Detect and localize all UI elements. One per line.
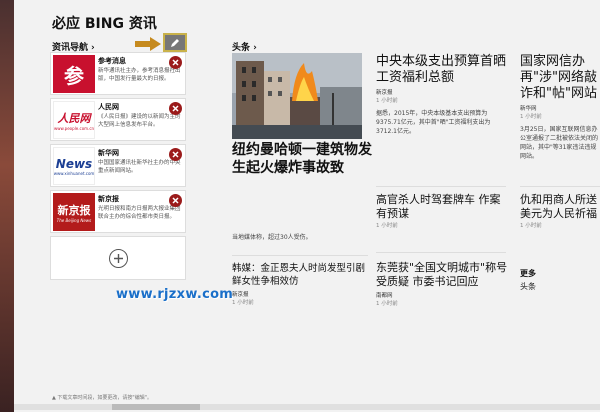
horizontal-scrollbar[interactable] (14, 404, 600, 410)
cankao-logo: 参 (53, 55, 95, 93)
article-card[interactable]: 中央本级支出预算首晒工资福利总额 新京报 1 小时前 据悉，2015年，中央本级… (376, 54, 506, 136)
xinhua-logo: News www.xinhuanet.com (53, 147, 95, 185)
divider (376, 186, 506, 187)
source-desc: 新华通讯社主办，参考消息报社出版，中国发行量最大的日报。 (98, 68, 181, 82)
source-card-cankao[interactable]: 参 参考消息 新华通讯社主办，参考消息报社出版，中国发行量最大的日报。 (50, 52, 186, 95)
source-name: 人民网 (98, 103, 119, 111)
remove-source-button[interactable] (169, 102, 182, 115)
headlines-section-header[interactable]: 头条 › (232, 40, 257, 53)
more-item-link[interactable]: 头条 (520, 281, 536, 292)
source-name: 参考消息 (98, 57, 126, 65)
article-summary: 3月25日，国家互联网信息办公室通报了二批被依法关闭的网站，其中"等31家违法违… (520, 126, 599, 160)
remove-source-button[interactable] (169, 148, 182, 161)
source-desc: 光明日报和南方日报两大报业集团联合主办的综合性都市类日报。 (98, 206, 181, 220)
article-title: 中央本级支出预算首晒工资福利总额 (376, 54, 507, 85)
chevron-right-icon: › (253, 43, 257, 53)
article-time: 1 小时前 (376, 223, 398, 229)
source-card-bjnews[interactable]: 新京报 The Beijing News 新京报 光明日报和南方日报两大报业集团… (50, 190, 186, 233)
close-icon (172, 59, 179, 66)
article-source: 新京报 (232, 292, 249, 298)
article-card[interactable]: 东莞获"全国文明城市"称号受质疑 市委书记回应 南都网 1 小时前 (376, 261, 508, 307)
bjnews-logo: 新京报 The Beijing News (53, 193, 95, 231)
add-source-button[interactable] (50, 236, 186, 280)
hero-headline[interactable]: 纽约曼哈顿一建筑物发生起火爆炸事故致 (232, 141, 372, 177)
remove-source-button[interactable] (169, 56, 182, 69)
article-card[interactable]: 仇和用商人所送美元为人民祈福 1 小时前 (520, 193, 598, 229)
divider (232, 255, 368, 256)
article-card[interactable]: 高官杀人时驾套牌车 作案有预谋 1 小时前 (376, 193, 508, 229)
hero-photo[interactable] (232, 53, 362, 139)
hero-summary: 当地媒体称，超过30人受伤。 (232, 234, 312, 241)
article-source: 南都网 (376, 293, 393, 299)
plus-icon (108, 248, 128, 268)
headlines-label: 头条 (232, 43, 251, 53)
arrow-right-icon (135, 37, 161, 51)
background-strip (0, 0, 14, 412)
app-title: 必应 BING 资讯 (52, 16, 157, 32)
source-card-xinhua[interactable]: News www.xinhuanet.com 新华网 中国国家通讯社新华社主办的… (50, 144, 186, 187)
article-source: 新京报 (376, 90, 393, 96)
article-time: 1 小时前 (520, 223, 542, 229)
fire-photo-image (232, 53, 362, 139)
footer-note: ▲ 下载文章时间段，如要更改，请按"编辑"。 (52, 395, 153, 401)
close-icon (172, 151, 179, 158)
close-icon (172, 105, 179, 112)
edit-button[interactable] (163, 33, 187, 52)
article-card[interactable]: 国家网信办再"涉"网络敲诈和"帖"网站 新华网 1 小时前 3月25日，国家互联… (520, 54, 598, 161)
scrollbar-thumb[interactable] (112, 404, 200, 410)
source-list: 参 参考消息 新华通讯社主办，参考消息报社出版，中国发行量最大的日报。 人民网 … (50, 52, 186, 280)
article-summary: 据悉，2015年，中央本级基本支出预算为9375.71亿元，其中首"晒"工资福利… (376, 110, 491, 135)
article-title: 国家网信办再"涉"网络敲诈和"帖"网站 (520, 54, 597, 101)
article-title: 仇和用商人所送美元为人民祈福 (520, 193, 597, 220)
article-time: 1 小时前 (376, 301, 398, 307)
watermark: www.rjzxw.com (116, 287, 234, 302)
article-title: 东莞获"全国文明城市"称号受质疑 市委书记回应 (376, 261, 508, 288)
article-title: 高官杀人时驾套牌车 作案有预谋 (376, 193, 501, 220)
divider (376, 252, 506, 253)
source-desc: 《人民日报》建设的以新闻为主的大型网上信息发布平台。 (98, 114, 181, 128)
divider (520, 186, 600, 187)
source-name: 新京报 (98, 195, 119, 203)
pencil-icon (171, 38, 179, 47)
people-logo: 人民网 www.people.com.cn (53, 101, 95, 139)
source-desc: 中国国家通讯社新华社主办的中央重点新闻网站。 (98, 160, 181, 174)
more-section-header[interactable]: 更多 (520, 268, 536, 279)
article-card[interactable]: 韩媒：金正恩夫人时尚发型引剧鲜女性争相效仿 新京报 1 小时前 (232, 262, 370, 306)
article-source: 新华网 (520, 106, 537, 112)
source-name: 新华网 (98, 149, 119, 157)
article-title: 韩媒：金正恩夫人时尚发型引剧鲜女性争相效仿 (232, 263, 366, 287)
article-time: 1 小时前 (520, 114, 542, 120)
source-card-people[interactable]: 人民网 www.people.com.cn 人民网 《人民日报》建设的以新闻为主… (50, 98, 186, 141)
remove-source-button[interactable] (169, 194, 182, 207)
close-icon (172, 197, 179, 204)
article-time: 1 小时前 (232, 300, 254, 306)
article-time: 1 小时前 (376, 98, 398, 104)
